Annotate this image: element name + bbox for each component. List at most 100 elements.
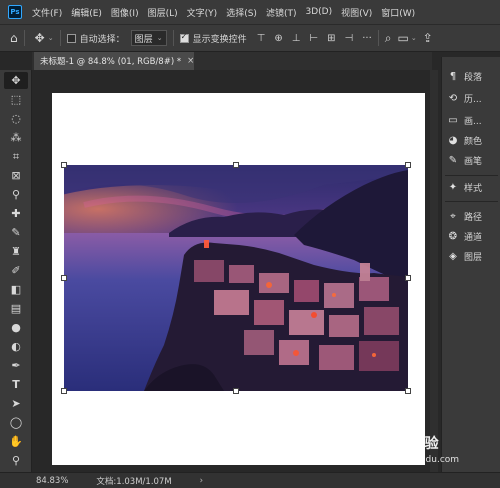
document-tab-title: 未标题-1 @ 84.8% (01, RGB/8#) *	[40, 57, 182, 67]
chevron-down-icon[interactable]: ⌄	[48, 34, 54, 42]
auto-select-target-value: 图层	[134, 34, 153, 45]
menu-bar: Ps 文件(F) 编辑(E) 图像(I) 图层(L) 文字(Y) 选择(S) 滤…	[0, 0, 500, 24]
menu-edit[interactable]: 编辑(E)	[71, 6, 102, 19]
blur-icon[interactable]: ●	[4, 319, 28, 336]
ellipse-tool-icon[interactable]: ◯	[4, 414, 28, 431]
divider	[23, 30, 25, 46]
menu-filter[interactable]: 滤镜(T)	[266, 6, 297, 19]
clone-stamp-icon[interactable]: ♜	[4, 243, 28, 260]
panel-dock: ¶ 段落 ⟲ 历... ▭ 画... ◕ 颜色 ✎ 画笔 ✦ 样式 ⌖ 路径 ❂…	[441, 57, 500, 472]
menu-image[interactable]: 图像(I)	[111, 6, 139, 19]
align-bottom-icon[interactable]: ⊥	[292, 33, 301, 44]
move-tool-icon[interactable]: ✥	[35, 31, 45, 45]
share-icon[interactable]: ⇪	[423, 31, 433, 45]
path-select-icon[interactable]: ➤	[4, 395, 28, 412]
auto-select-checkbox[interactable]	[66, 33, 76, 43]
menu-select[interactable]: 选择(S)	[226, 6, 257, 19]
panel-label: 样式	[464, 183, 483, 194]
align-left-icon[interactable]: ⊢	[309, 33, 318, 44]
hand-icon[interactable]: ✋	[4, 433, 28, 450]
status-bar: 84.83% 文档:1.03M/1.07M ›	[0, 472, 500, 488]
history-icon: ⟲	[448, 92, 458, 104]
transform-handle-top-right[interactable]	[405, 162, 411, 168]
transform-handle-bottom-left[interactable]	[61, 388, 67, 394]
document-tab-strip: 未标题-1 @ 84.8% (01, RGB/8#) * ×	[32, 52, 432, 70]
paths-icon: ⌖	[450, 210, 456, 222]
divider	[377, 30, 379, 46]
home-icon[interactable]: ⌂	[10, 31, 18, 45]
show-transform-checkbox[interactable]	[179, 32, 189, 43]
document-info: 文档:1.03M/1.07M	[96, 476, 172, 487]
divider	[445, 201, 498, 202]
artboard-icon: ▭	[448, 114, 458, 126]
chevron-down-icon: ⌄	[156, 34, 163, 42]
transform-handle-bottom-right[interactable]	[405, 388, 411, 394]
layers-icon: ◈	[449, 250, 457, 262]
cinque-terre-sunset-photo	[64, 165, 408, 391]
panel-label: 颜色	[464, 136, 483, 147]
watermark-brand: Bai du 经验	[356, 436, 439, 452]
close-icon[interactable]: ×	[187, 56, 194, 66]
pen-icon[interactable]: ✒	[4, 357, 28, 374]
eraser-icon[interactable]: ◧	[4, 281, 28, 298]
gradient-icon[interactable]: ▤	[4, 300, 28, 317]
auto-select-label: 自动选择：	[79, 34, 125, 45]
align-vcenter-icon[interactable]: ⊕	[274, 33, 282, 44]
rectangular-marquee-icon[interactable]: ⬚	[4, 91, 28, 108]
search-icon[interactable]: ⌕	[385, 31, 392, 46]
menu-file[interactable]: 文件(F)	[32, 6, 62, 19]
type-tool-icon[interactable]: T	[4, 376, 28, 393]
panel-label: 段落	[464, 72, 483, 83]
panel-channels[interactable]: ❂ 通道	[446, 227, 482, 245]
panel-history[interactable]: ⟲ 历...	[446, 89, 482, 107]
panel-paths[interactable]: ⌖ 路径	[446, 207, 482, 225]
status-menu-arrow-icon[interactable]: ›	[200, 476, 203, 486]
frame-icon[interactable]: ⊠	[4, 167, 28, 184]
align-top-icon[interactable]: ⊤	[257, 33, 266, 44]
panel-color[interactable]: ◕ 颜色	[446, 131, 482, 149]
panel-label: 路径	[464, 212, 483, 223]
panel-brush[interactable]: ✎ 画笔	[446, 151, 482, 169]
quick-select-icon[interactable]: ⁂	[4, 129, 28, 146]
move-tool-icon[interactable]: ✥	[4, 72, 28, 89]
panel-paragraph[interactable]: ¶ 段落	[446, 67, 482, 85]
align-right-icon[interactable]: ⊣	[345, 33, 354, 44]
chevron-down-icon[interactable]: ⌄	[411, 34, 417, 42]
more-options-icon[interactable]: ···	[362, 33, 372, 44]
menu-window[interactable]: 窗口(W)	[381, 6, 415, 19]
divider	[445, 175, 498, 176]
vertical-scrollbar[interactable]	[430, 70, 438, 472]
transform-handle-bottom-center[interactable]	[233, 388, 239, 394]
dodge-icon[interactable]: ◐	[4, 338, 28, 355]
menu-type[interactable]: 文字(Y)	[187, 6, 218, 19]
document-tab[interactable]: 未标题-1 @ 84.8% (01, RGB/8#) * ×	[34, 52, 194, 70]
transform-handle-middle-left[interactable]	[61, 275, 67, 281]
align-hcenter-icon[interactable]: ⊞	[327, 33, 335, 44]
panel-label: 画笔	[464, 156, 483, 167]
lasso-icon[interactable]: ◌	[4, 110, 28, 127]
auto-select-target-dropdown[interactable]: 图层 ⌄	[130, 30, 167, 46]
panel-artboard[interactable]: ▭ 画...	[446, 111, 481, 129]
zoom-icon[interactable]: ⚲	[4, 452, 28, 469]
healing-brush-icon[interactable]: ✚	[4, 205, 28, 222]
divider	[59, 30, 61, 46]
watermark-url: jingyan.baidu.com	[376, 455, 460, 465]
panel-layers[interactable]: ◈ 图层	[446, 247, 482, 265]
eyedropper-icon[interactable]: ⚲	[4, 186, 28, 203]
workspace-icon[interactable]: ▭	[398, 31, 409, 45]
placed-photo-image[interactable]	[64, 165, 408, 391]
zoom-level[interactable]: 84.83%	[36, 476, 68, 486]
history-brush-icon[interactable]: ✐	[4, 262, 28, 279]
transform-handle-top-left[interactable]	[61, 162, 67, 168]
menu-3d[interactable]: 3D(D)	[305, 7, 332, 17]
menu-layer[interactable]: 图层(L)	[148, 6, 178, 19]
menu-view[interactable]: 视图(V)	[341, 6, 372, 19]
brush-icon[interactable]: ✎	[4, 224, 28, 241]
panel-label: 历...	[464, 94, 482, 105]
transform-handle-top-center[interactable]	[233, 162, 239, 168]
crop-icon[interactable]: ⌗	[4, 148, 28, 165]
styles-icon: ✦	[448, 181, 458, 193]
panel-styles[interactable]: ✦ 样式	[446, 178, 482, 196]
transform-handle-middle-right[interactable]	[405, 275, 411, 281]
paragraph-icon: ¶	[449, 70, 457, 82]
